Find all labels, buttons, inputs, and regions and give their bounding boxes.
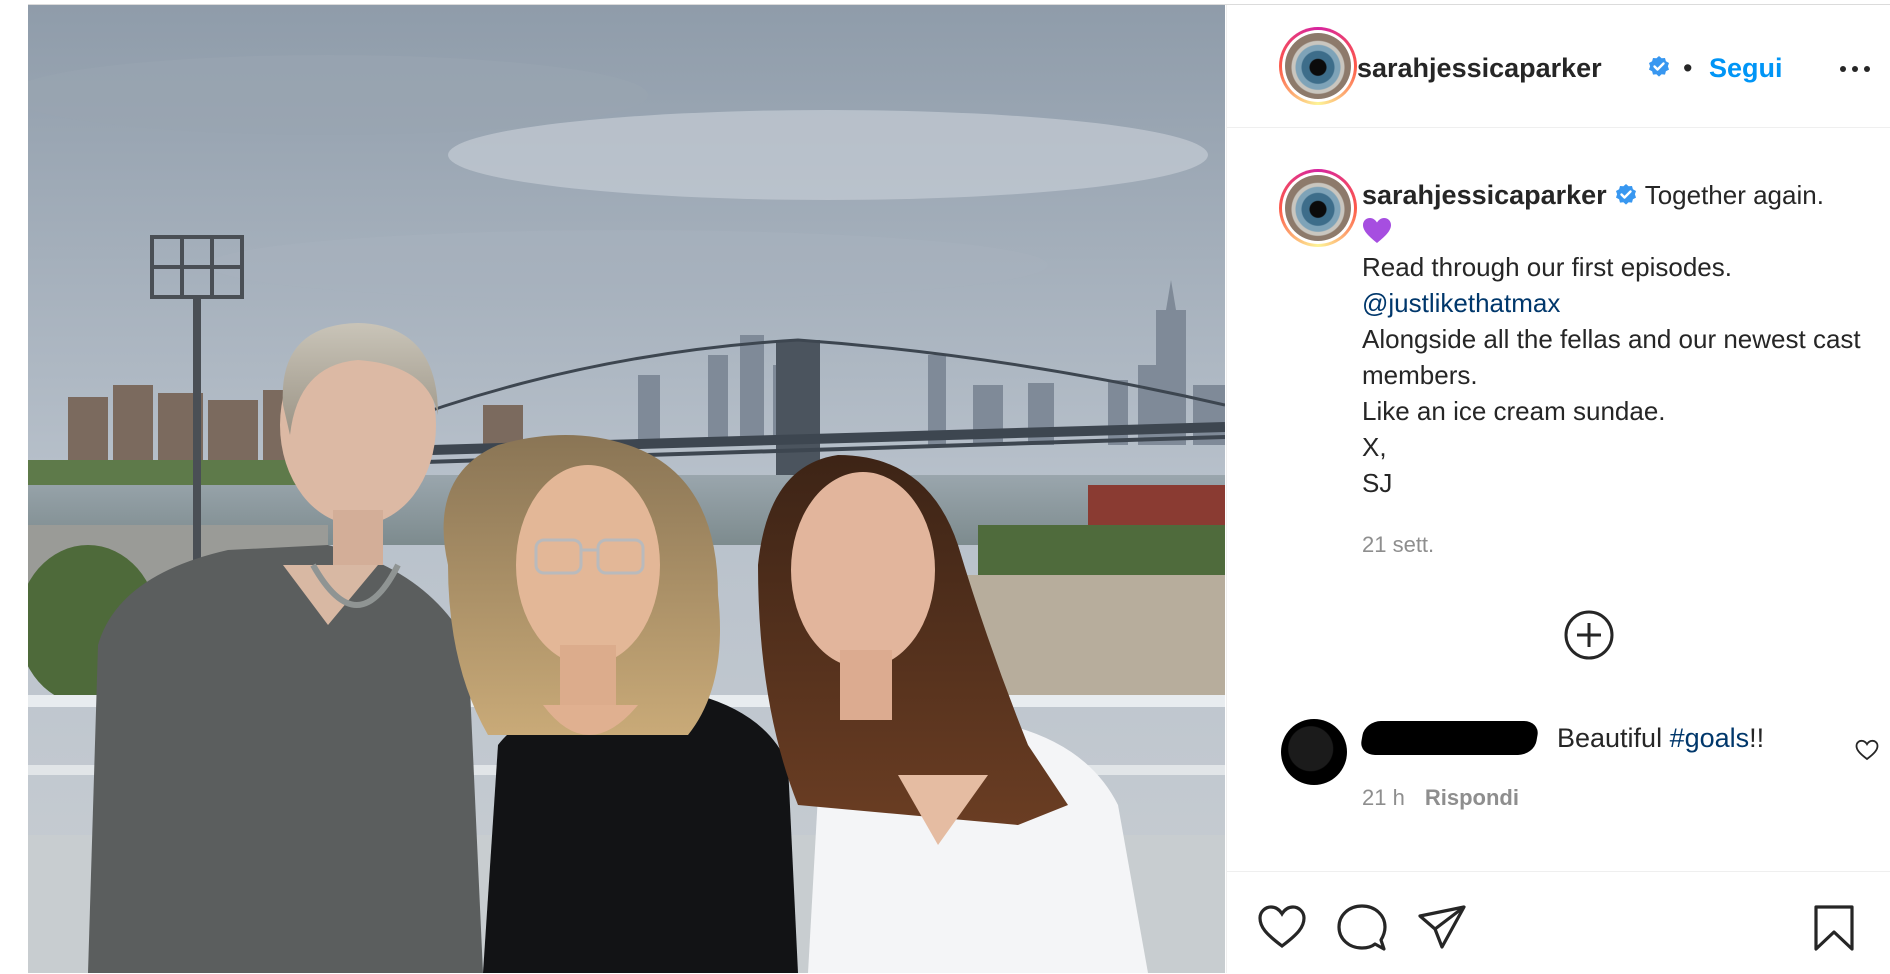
avatar-border: [1282, 30, 1354, 102]
caption-text-together: Together again.: [1644, 180, 1824, 210]
purple-heart-icon: [1363, 218, 1391, 243]
comment-text-body: Beautiful: [1557, 723, 1670, 753]
post-actions-bar: [1227, 871, 1890, 974]
caption-line-x: X,: [1362, 432, 1387, 462]
comment-text-end: !!: [1749, 723, 1765, 753]
commenter-username-redacted: [1359, 721, 1540, 755]
comment-like-heart-icon[interactable]: [1855, 739, 1879, 761]
like-heart-icon[interactable]: [1257, 904, 1307, 950]
post-header: sarahjessicaparker • Segui: [1227, 5, 1890, 128]
more-options-icon[interactable]: [1837, 57, 1873, 81]
author-avatar[interactable]: [1279, 27, 1357, 105]
avatar-image: [1285, 33, 1351, 99]
caption-author-avatar[interactable]: [1279, 169, 1357, 247]
avatar-border: [1282, 172, 1354, 244]
post-caption: sarahjessicaparker Together again. Read …: [1362, 177, 1872, 501]
save-bookmark-icon[interactable]: [1812, 904, 1856, 952]
post-photo[interactable]: [28, 5, 1225, 973]
commenter-avatar[interactable]: [1281, 719, 1347, 785]
verified-badge-icon: [1649, 56, 1669, 77]
comment-icon[interactable]: [1337, 904, 1387, 952]
comment-hashtag[interactable]: #goals: [1670, 723, 1750, 753]
post-timestamp[interactable]: 21 sett.: [1362, 532, 1434, 558]
caption-username[interactable]: sarahjessicaparker: [1362, 180, 1607, 210]
reply-button[interactable]: Rispondi: [1425, 785, 1519, 810]
post-photo-drawing: [28, 5, 1225, 973]
caption-line-alongside: Alongside all the fellas and our newest …: [1362, 324, 1868, 390]
comment-meta: 21 h Rispondi: [1362, 785, 1519, 811]
load-more-comments-icon[interactable]: [1563, 609, 1615, 661]
header-separator: •: [1683, 53, 1693, 83]
caption-emoji-line: [1362, 213, 1872, 249]
caption-line-sj: SJ: [1362, 468, 1393, 498]
comment-text: Beautiful #goals!!: [1557, 723, 1764, 754]
post-side-panel: sarahjessicaparker • Segui sarahjessicap…: [1226, 5, 1890, 973]
follow-button[interactable]: Segui: [1709, 53, 1783, 84]
caption-mention-link[interactable]: @justlikethatmax: [1362, 285, 1872, 321]
verified-badge-icon: [1615, 184, 1636, 205]
caption-line-read: Read through our first episodes.: [1362, 252, 1732, 282]
author-username[interactable]: sarahjessicaparker: [1357, 53, 1602, 84]
avatar-image: [1285, 175, 1351, 241]
caption-first-line: sarahjessicaparker Together again.: [1362, 177, 1872, 213]
instagram-post: sarahjessicaparker • Segui sarahjessicap…: [28, 4, 1890, 973]
comment-time[interactable]: 21 h: [1362, 785, 1405, 810]
caption-line-icecream: Like an ice cream sundae.: [1362, 396, 1666, 426]
share-icon[interactable]: [1417, 904, 1467, 950]
